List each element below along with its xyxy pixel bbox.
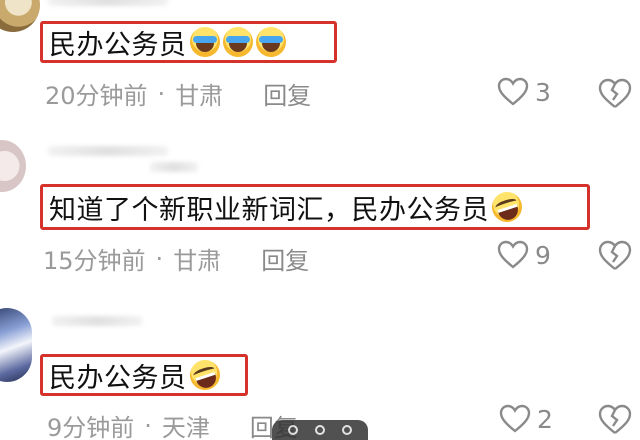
comment-time: 9分钟前 (47, 414, 135, 440)
avatar[interactable] (0, 140, 26, 192)
blurred-username (48, 0, 168, 6)
reply-button[interactable]: 回复 (263, 76, 311, 111)
zoom-in-icon[interactable] (288, 425, 299, 435)
heart-icon (499, 404, 531, 433)
broken-heart-icon (598, 78, 632, 108)
comment-meta: 9分钟前 · 天津 回复 (47, 408, 298, 440)
comment-time: 20分钟前 (45, 82, 148, 110)
separator-dot: · (144, 411, 152, 440)
dislike-button[interactable] (598, 404, 632, 440)
cry-laugh-emoji-icon (189, 27, 220, 57)
rofl-emoji-icon (488, 188, 526, 226)
comment-time: 15分钟前 (43, 247, 146, 275)
comment-text-highlight: 民办公务员 (40, 21, 337, 63)
avatar[interactable] (0, 308, 32, 382)
broken-heart-icon (598, 240, 632, 270)
reply-button[interactable]: 回复 (261, 241, 309, 276)
dislike-button[interactable] (598, 78, 632, 114)
like-button[interactable]: 2 (499, 404, 553, 434)
dislike-button[interactable] (598, 240, 632, 276)
blurred-username (52, 316, 142, 326)
zoom-out-icon[interactable] (314, 425, 325, 435)
avatar[interactable] (0, 0, 40, 32)
heart-icon (497, 77, 529, 106)
cry-laugh-emoji-icon (222, 27, 253, 57)
broken-heart-icon (598, 404, 632, 434)
blurred-username (48, 146, 168, 156)
comment-location: 甘肃 (173, 247, 222, 275)
settings-icon[interactable] (341, 425, 352, 435)
blurred-username (150, 162, 198, 172)
heart-icon (497, 240, 529, 269)
comment-text-highlight: 知道了个新职业新词汇，民办公务员 (40, 184, 590, 230)
like-count: 3 (535, 77, 551, 107)
comment-text: 民办公务员 (49, 362, 187, 394)
comment-location: 天津 (161, 414, 210, 440)
like-count: 2 (537, 404, 553, 434)
comment-meta: 15分钟前 · 甘肃 回复 (43, 241, 309, 276)
rofl-emoji-icon (185, 356, 224, 394)
like-button[interactable]: 3 (497, 77, 551, 107)
like-count: 9 (535, 240, 551, 270)
comment-location: 甘肃 (175, 82, 224, 110)
separator-dot: · (157, 79, 166, 108)
cry-laugh-emoji-icon (255, 27, 286, 57)
player-control-overlay[interactable] (272, 420, 368, 440)
comment-text-highlight: 民办公务员 (40, 354, 248, 396)
comment-meta: 20分钟前 · 甘肃 回复 (45, 76, 311, 111)
like-button[interactable]: 9 (497, 240, 551, 270)
comment-text: 知道了个新职业新词汇，民办公务员 (49, 194, 489, 226)
comment-text: 民办公务员 (49, 29, 187, 61)
separator-dot: · (155, 244, 164, 273)
